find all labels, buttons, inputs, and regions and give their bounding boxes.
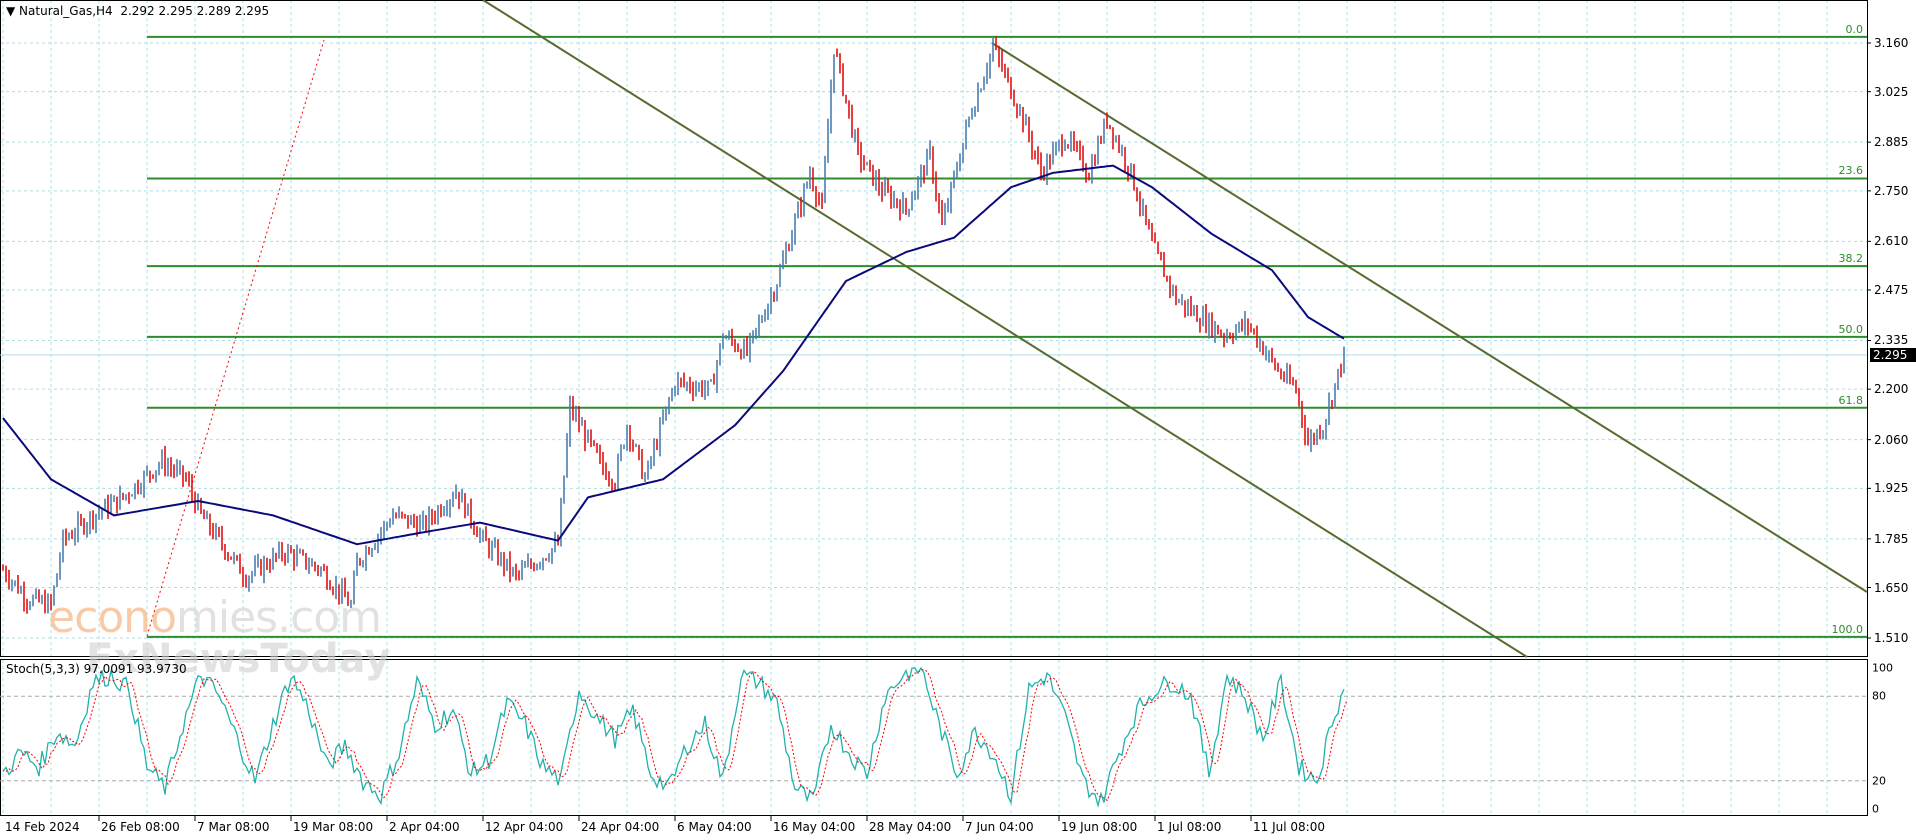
date-axis-label: 28 May 04:00 (869, 820, 952, 834)
fib-level-label: 100.0 (1831, 622, 1864, 636)
stoch-axis-label: 20 (1872, 774, 1886, 788)
fib-level-label: 23.6 (1838, 164, 1864, 178)
price-axis-label: 2.475 (1874, 283, 1909, 297)
price-axis-label: 1.650 (1874, 580, 1909, 595)
fib-level-label: 38.2 (1838, 252, 1864, 266)
stoch-axis-label: 0 (1872, 802, 1879, 816)
date-axis-label: 11 Jul 08:00 (1253, 820, 1325, 834)
price-axis-label: 2.335 (1874, 333, 1909, 348)
price-axis-label: 2.750 (1874, 183, 1909, 198)
date-axis-label: 19 Mar 08:00 (293, 820, 374, 834)
date-axis-label: 26 Feb 08:00 (101, 820, 180, 834)
price-axis-label: 2.610 (1874, 234, 1909, 249)
stoch-axis-label: 80 (1872, 689, 1886, 703)
price-axis-label: 2.885 (1874, 135, 1909, 150)
ohlc-values: 2.292 2.295 2.289 2.295 (120, 4, 270, 18)
date-axis-label: 24 Apr 04:00 (581, 820, 660, 834)
date-axis-label: 16 May 04:00 (773, 820, 856, 834)
price-axis-label: 3.025 (1874, 84, 1909, 99)
date-axis-label: 7 Mar 08:00 (197, 820, 270, 834)
price-axis-label: 2.200 (1874, 382, 1909, 397)
channel-line-upper (991, 42, 1868, 593)
fib-level-label: 0.0 (1845, 22, 1864, 36)
price-axis-label: 1.510 (1874, 630, 1909, 645)
date-axis-label: 2 Apr 04:00 (389, 820, 460, 834)
stoch-k-line (2, 666, 1345, 808)
price-axis-label: 2.060 (1874, 432, 1909, 447)
fib-level-label: 61.8 (1838, 393, 1864, 407)
price-axis-label: 3.160 (1874, 36, 1909, 50)
channel-line-lower (482, 0, 1528, 658)
chart-header: ▼ Natural_Gas,H4 2.292 2.295 2.289 2.295 (6, 4, 270, 18)
date-axis-label: 7 Jun 04:00 (965, 820, 1034, 834)
current-price-badge: 2.295 (1870, 347, 1916, 362)
stoch-d-line (5, 669, 1348, 802)
date-axis-label: 6 May 04:00 (677, 820, 752, 834)
date-axis-label: 14 Feb 2024 (5, 820, 80, 834)
price-axis-label: 1.925 (1874, 481, 1909, 496)
price-chart[interactable] (0, 0, 1916, 840)
stochastic-label: Stoch(5,3,3) 97.0091 93.9730 (6, 662, 187, 676)
date-axis-label: 19 Jun 08:00 (1061, 820, 1138, 834)
price-axis-label: 1.785 (1874, 531, 1909, 546)
stoch-axis-label: 100 (1872, 661, 1893, 675)
symbol-label: Natural_Gas,H4 (19, 4, 113, 18)
fib-level-label: 50.0 (1838, 322, 1864, 336)
date-axis-label: 12 Apr 04:00 (485, 820, 564, 834)
date-axis-label: 1 Jul 08:00 (1157, 820, 1222, 834)
